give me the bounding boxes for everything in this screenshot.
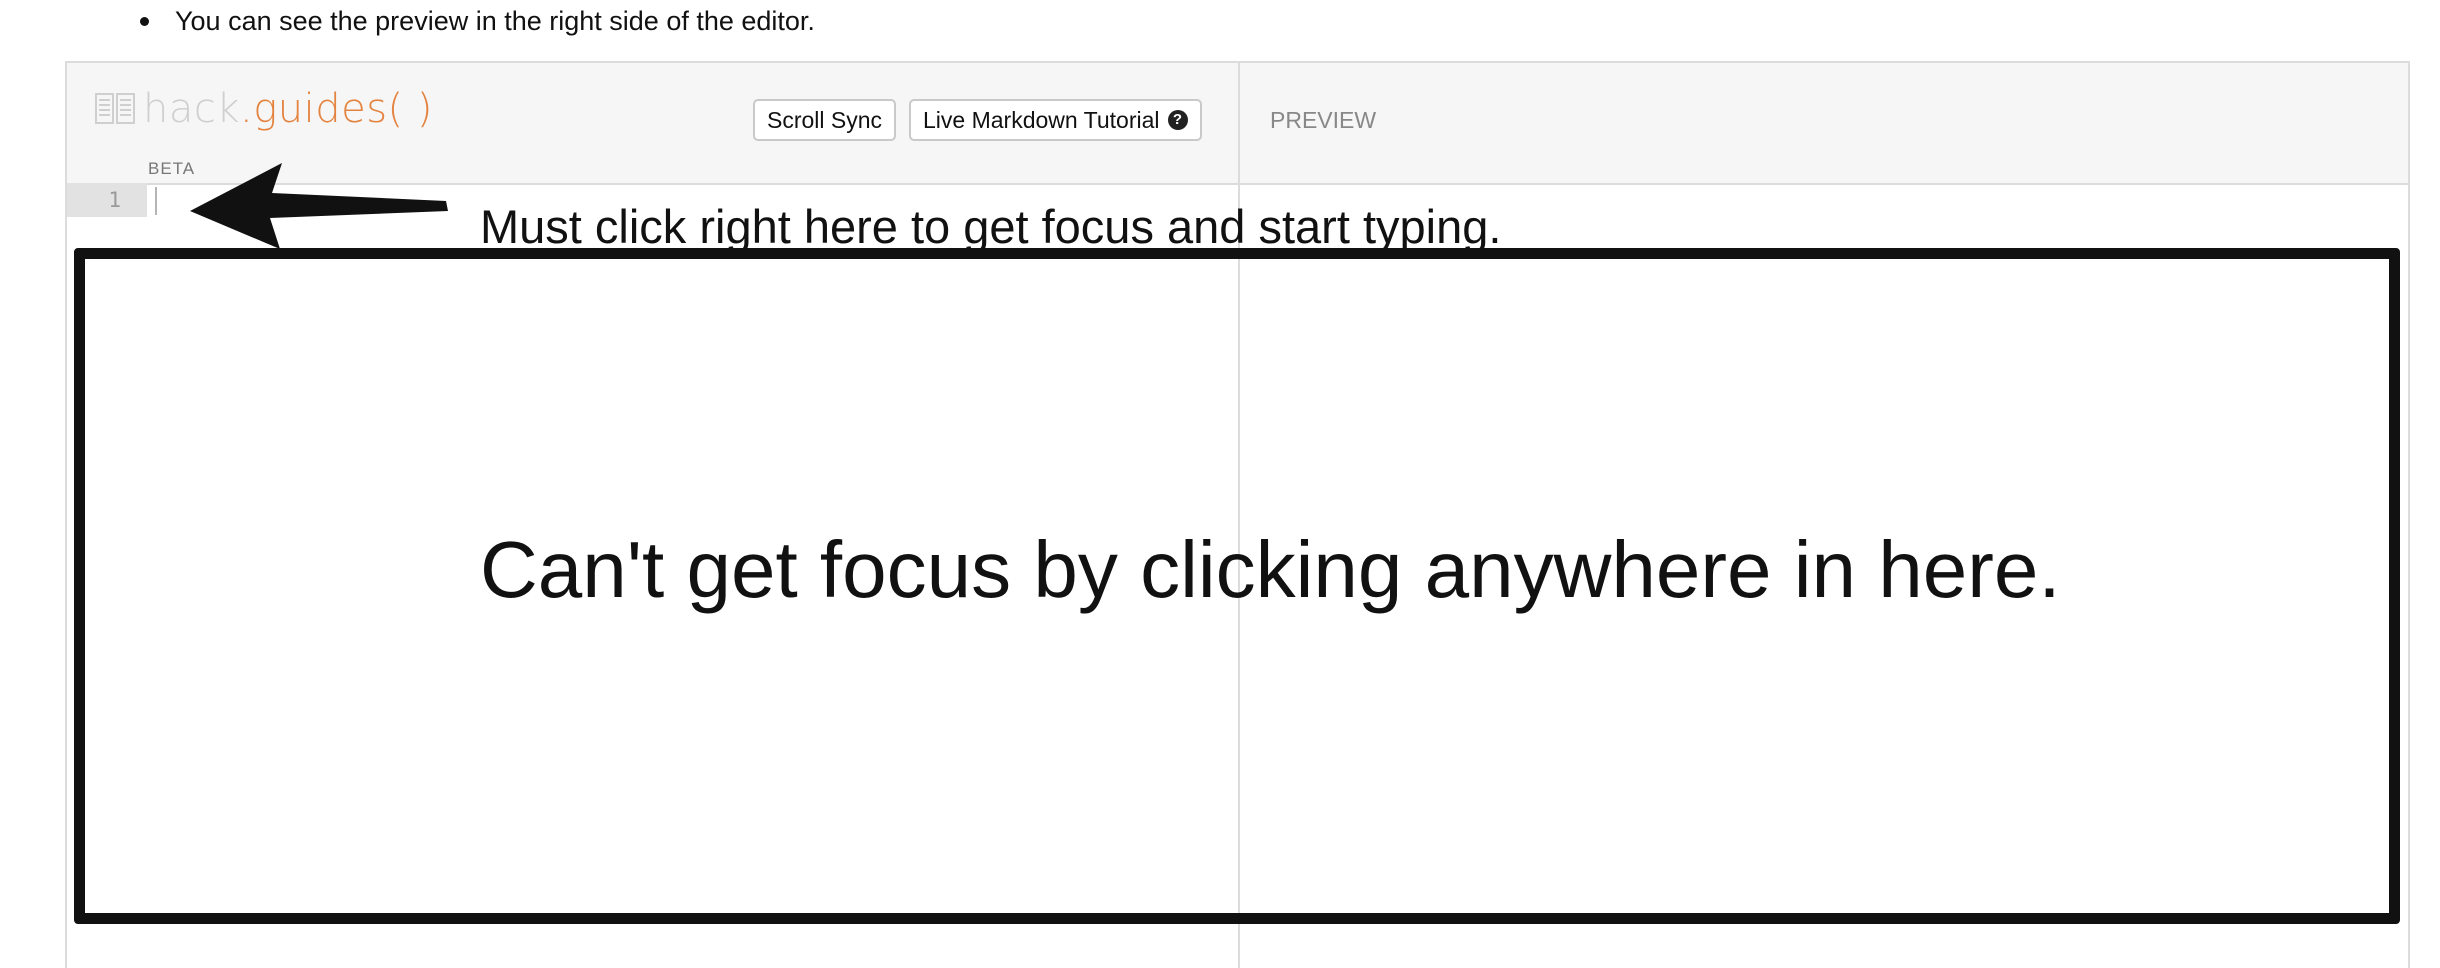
instruction-text: You can see the preview in the right sid… (175, 6, 815, 36)
line-number: 1 (67, 183, 147, 217)
beta-badge: BETA (148, 159, 196, 178)
hackguides-logo[interactable]: hack.guides( ) BETA (95, 87, 433, 178)
bullet-dot-icon (140, 16, 149, 26)
logo-hack-text: hack (143, 86, 241, 132)
scroll-sync-label: Scroll Sync (767, 107, 883, 133)
scroll-sync-button[interactable]: Scroll Sync (753, 99, 897, 141)
page: You can see the preview in the right sid… (0, 0, 2440, 968)
annotation-no-focus: Can't get focus by clicking anywhere in … (480, 525, 2061, 614)
logo-guides-text: guides( ) (253, 86, 433, 132)
instruction-bullet: You can see the preview in the right sid… (140, 6, 815, 36)
question-circle-icon: ? (1167, 110, 1188, 130)
logo-dot-text: . (240, 86, 254, 132)
preview-pane-title: PREVIEW (1270, 107, 1377, 133)
annotation-click-here: Must click right here to get focus and s… (480, 200, 1502, 253)
live-markdown-tutorial-button[interactable]: Live Markdown Tutorial? (909, 99, 1202, 141)
book-icon (95, 93, 135, 124)
logo-wordmark: hack.guides( ) (143, 87, 433, 131)
text-cursor[interactable] (155, 187, 157, 215)
arrow-left-icon (190, 163, 448, 249)
tutorial-label: Live Markdown Tutorial (923, 107, 1160, 133)
